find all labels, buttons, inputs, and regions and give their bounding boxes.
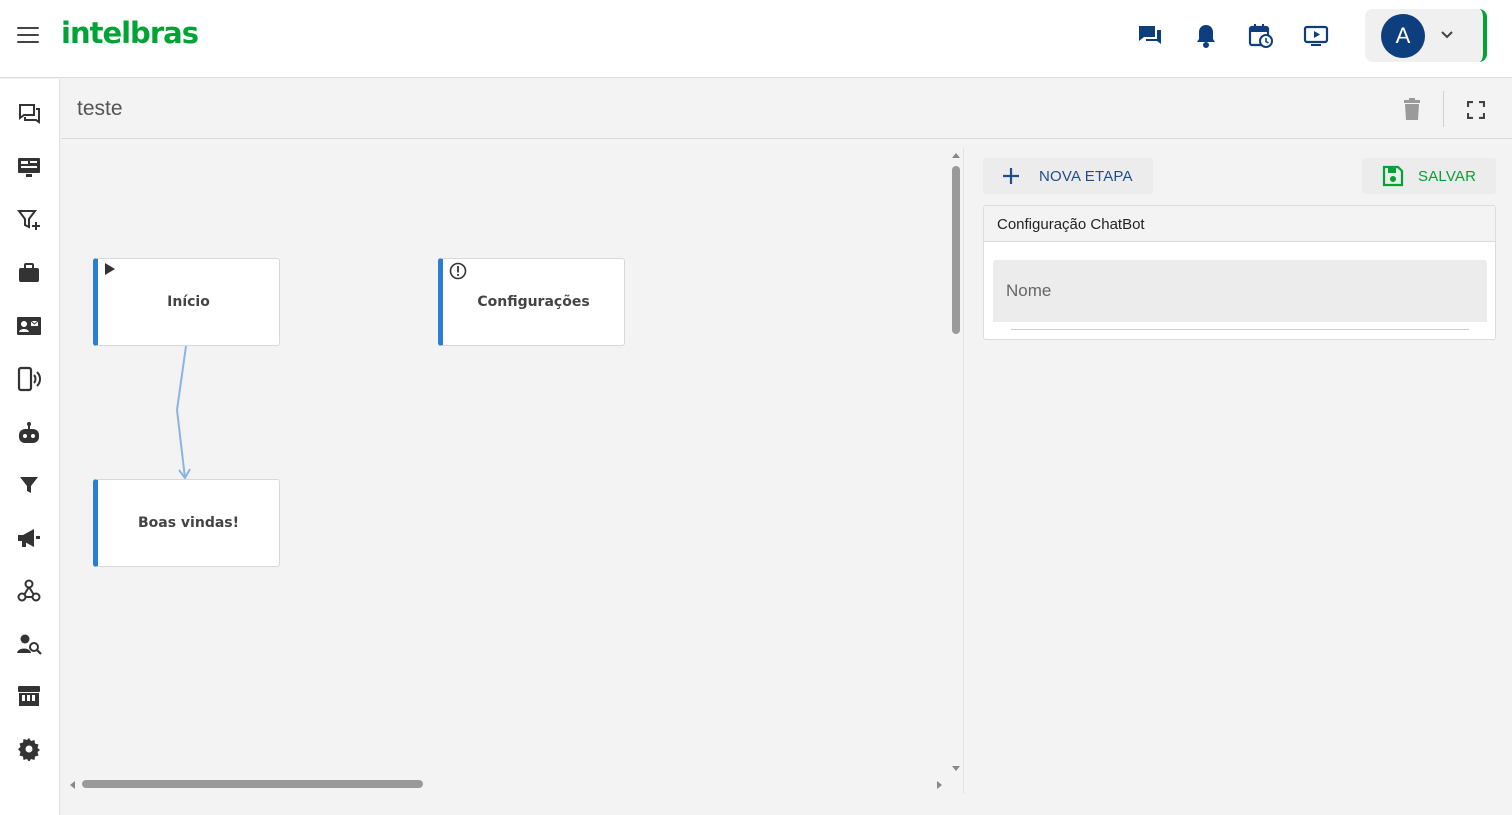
phone-broadcast-icon[interactable] [15, 365, 43, 393]
avatar[interactable]: A [1381, 14, 1425, 58]
chatbot-config-card: Configuração ChatBot Nome [983, 205, 1496, 340]
divider [1443, 91, 1444, 127]
flow-node-boas-vindas[interactable]: Boas vindas! [93, 479, 280, 567]
flow-node-label: Boas vindas! [137, 515, 240, 531]
play-icon [104, 262, 116, 280]
dashboard-icon[interactable] [15, 153, 43, 181]
save-label: SALVAR [1418, 167, 1477, 185]
scroll-left-icon[interactable] [68, 780, 76, 790]
flow-canvas[interactable]: Início Configurações Boas vindas! [66, 148, 950, 776]
vertical-scrollbar[interactable] [949, 148, 963, 776]
new-step-label: NOVA ETAPA [1039, 167, 1133, 185]
top-bar: intelbras A [0, 0, 1512, 78]
scroll-up-icon[interactable] [951, 151, 961, 159]
flow-node-inicio[interactable]: Início [93, 258, 280, 346]
save-icon [1382, 165, 1404, 187]
scroll-right-icon[interactable] [936, 780, 944, 790]
logo[interactable]: intelbras [61, 16, 199, 50]
flow-node-configuracoes[interactable]: Configurações [438, 258, 625, 346]
content-header: teste [61, 79, 1512, 139]
node-connector [175, 345, 191, 480]
play-screen-icon[interactable] [1302, 22, 1330, 50]
briefcase-icon[interactable] [15, 259, 43, 287]
save-button[interactable]: SALVAR [1362, 158, 1496, 194]
robot-icon[interactable] [15, 419, 43, 447]
settings-icon[interactable] [15, 735, 43, 763]
user-search-icon[interactable] [15, 630, 43, 658]
menu-icon[interactable] [17, 27, 39, 45]
name-field-label: Nome [1006, 281, 1052, 300]
config-card-header: Configuração ChatBot [984, 206, 1495, 242]
new-step-button[interactable]: NOVA ETAPA [983, 158, 1153, 194]
calendar-clock-icon[interactable] [1247, 22, 1275, 50]
webhook-icon[interactable] [15, 577, 43, 605]
bell-icon[interactable] [1192, 22, 1220, 50]
contact-card-icon[interactable] [15, 312, 43, 340]
flow-node-label: Configurações [477, 294, 590, 310]
scroll-down-icon[interactable] [951, 765, 961, 773]
config-card-title: Configuração ChatBot [997, 216, 1145, 233]
name-field-underline [1011, 329, 1469, 330]
megaphone-icon[interactable] [15, 524, 43, 552]
fullscreen-icon[interactable] [1466, 100, 1486, 120]
flow-node-label: Início [167, 294, 210, 310]
alert-circle-icon [449, 262, 467, 284]
horizontal-scrollbar[interactable] [66, 776, 950, 792]
chat-icon[interactable] [1136, 22, 1164, 50]
plus-icon [1001, 166, 1021, 186]
name-field[interactable]: Nome [993, 260, 1487, 322]
page-title: teste [77, 97, 123, 120]
trash-icon[interactable] [1401, 97, 1423, 121]
filter-icon[interactable] [15, 471, 43, 499]
horizontal-scroll-thumb[interactable] [82, 780, 423, 788]
conversations-icon[interactable] [15, 100, 43, 128]
store-icon[interactable] [15, 682, 43, 710]
user-menu[interactable]: A [1365, 9, 1487, 62]
chevron-down-icon[interactable] [1439, 27, 1455, 43]
panel-divider [963, 148, 964, 794]
filter-add-icon[interactable] [15, 206, 43, 234]
sidebar [0, 79, 60, 815]
vertical-scroll-thumb[interactable] [952, 166, 960, 334]
